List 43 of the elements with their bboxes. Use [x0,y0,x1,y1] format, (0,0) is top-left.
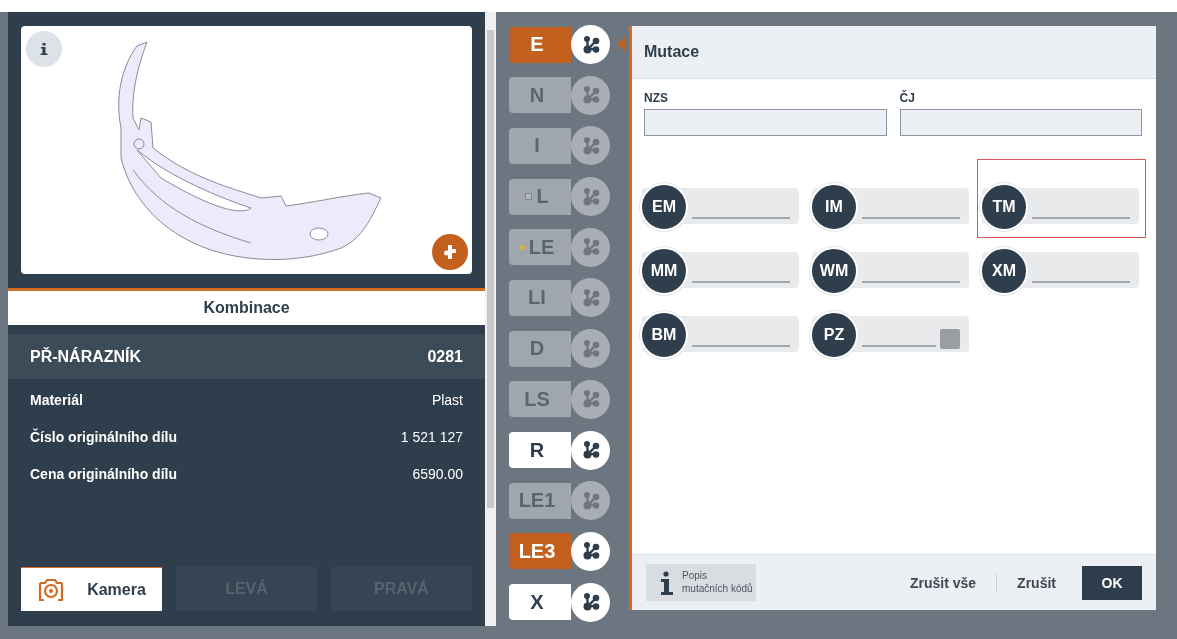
mutation-button[interactable] [571,25,610,64]
code-button[interactable]: TM [980,183,1028,231]
info-icon [40,43,48,55]
code-button[interactable]: MM [640,247,688,295]
position-tab[interactable]: X [509,584,571,621]
dialog-title: Mutace [644,43,700,61]
puzzle-icon [444,245,456,259]
input-field[interactable] [644,109,887,136]
position-tab[interactable]: R [509,432,571,468]
detail-label: Číslo originálního dílu [30,428,177,445]
mutation-button[interactable] [571,582,610,622]
cancel-button[interactable]: Zrušit [1005,574,1068,591]
field-label: NZS [644,91,669,105]
input-field[interactable] [899,109,1142,136]
mutation-button[interactable] [571,531,610,571]
puzzle-button[interactable] [432,234,468,270]
code-button[interactable]: WM [810,247,858,295]
code-button[interactable]: IM [810,183,858,231]
detail-value: Plast [431,391,463,408]
camera-icon [37,577,66,602]
camera-button[interactable]: Kamera [21,567,162,611]
part-name: PŘ-NÁRAZNÍK [30,347,142,366]
combination-title: Kombinace [203,299,290,317]
cancel-button[interactable]: Zrušit vše [897,574,989,591]
position-tab[interactable]: LE3 [509,533,571,570]
info-button[interactable] [26,31,62,67]
part-code: 0281 [427,347,463,366]
ok-button[interactable]: OK [1082,565,1142,600]
code-button[interactable]: EM [640,183,688,231]
detail-label: Cena originálního dílu [30,465,177,482]
position-tab[interactable]: E [509,26,571,63]
info-icon [660,570,674,595]
field-label: ČJ [899,91,916,105]
detail-value: 1 521 127 [400,428,463,445]
scrollbar[interactable] [485,12,496,626]
detail-value: 6590.00 [412,465,463,482]
code-button[interactable]: BM [640,311,688,359]
code-button[interactable]: PZ [810,311,858,359]
mutation-button[interactable] [571,430,610,470]
toggle-square[interactable] [940,329,960,349]
detail-label: Materiál [30,391,83,408]
code-button[interactable]: XM [980,247,1028,295]
code-help-button[interactable]: Popis mutačních kódů [646,564,756,601]
